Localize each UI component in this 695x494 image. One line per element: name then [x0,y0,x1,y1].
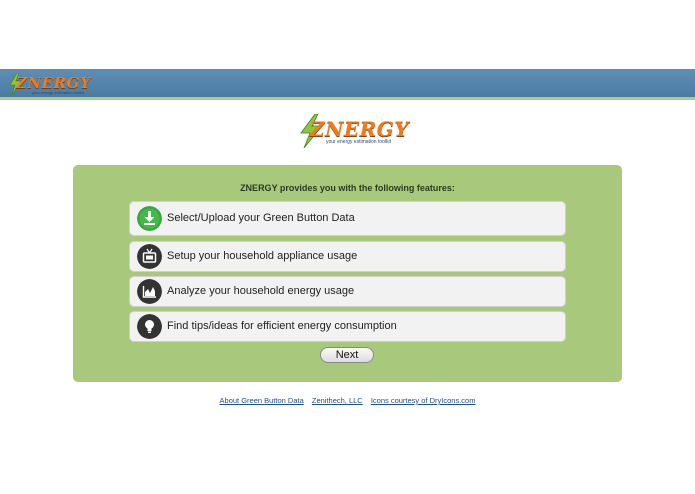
features-panel: ZNERGY provides you with the following f… [73,165,622,382]
feature-appliance-usage[interactable]: Setup your household appliance usage [129,241,566,272]
feature-label: Setup your household appliance usage [167,250,358,262]
chart-icon [137,279,162,304]
next-button[interactable]: Next [320,347,374,363]
download-icon [137,206,162,231]
main-logo-tagline: your energy estimation toolkit [326,139,392,145]
header-logo[interactable]: ZNERGY your energy estimation toolkit [8,73,91,97]
dryicons-link[interactable]: Icons courtesy of DryIcons.com [371,396,476,405]
panel-heading: ZNERGY provides you with the following f… [240,183,455,193]
main-logo: ZNERGY your energy estimation toolkit [298,114,409,150]
zenithech-link[interactable]: Zenithech, LLC [312,396,363,405]
feature-label: Find tips/ideas for efficient energy con… [167,320,397,332]
feature-analyze-usage[interactable]: Analyze your household energy usage [129,276,566,307]
footer-links: About Green Button Data Zenithech, LLC I… [0,396,695,405]
feature-label: Select/Upload your Green Button Data [167,212,355,224]
header-bar: ZNERGY your energy estimation toolkit [0,69,695,100]
lightbulb-icon [137,314,162,339]
main-logo-text: ZNERGY [310,117,410,141]
page: ZNERGY your energy estimation toolkit ZN… [0,0,695,494]
about-green-button-link[interactable]: About Green Button Data [220,396,304,405]
header-logo-tagline: your energy estimation toolkit [32,90,85,95]
feature-energy-tips[interactable]: Find tips/ideas for efficient energy con… [129,311,566,342]
feature-label: Analyze your household energy usage [167,285,355,297]
tv-icon [137,244,162,269]
feature-upload-data[interactable]: Select/Upload your Green Button Data [129,201,566,236]
